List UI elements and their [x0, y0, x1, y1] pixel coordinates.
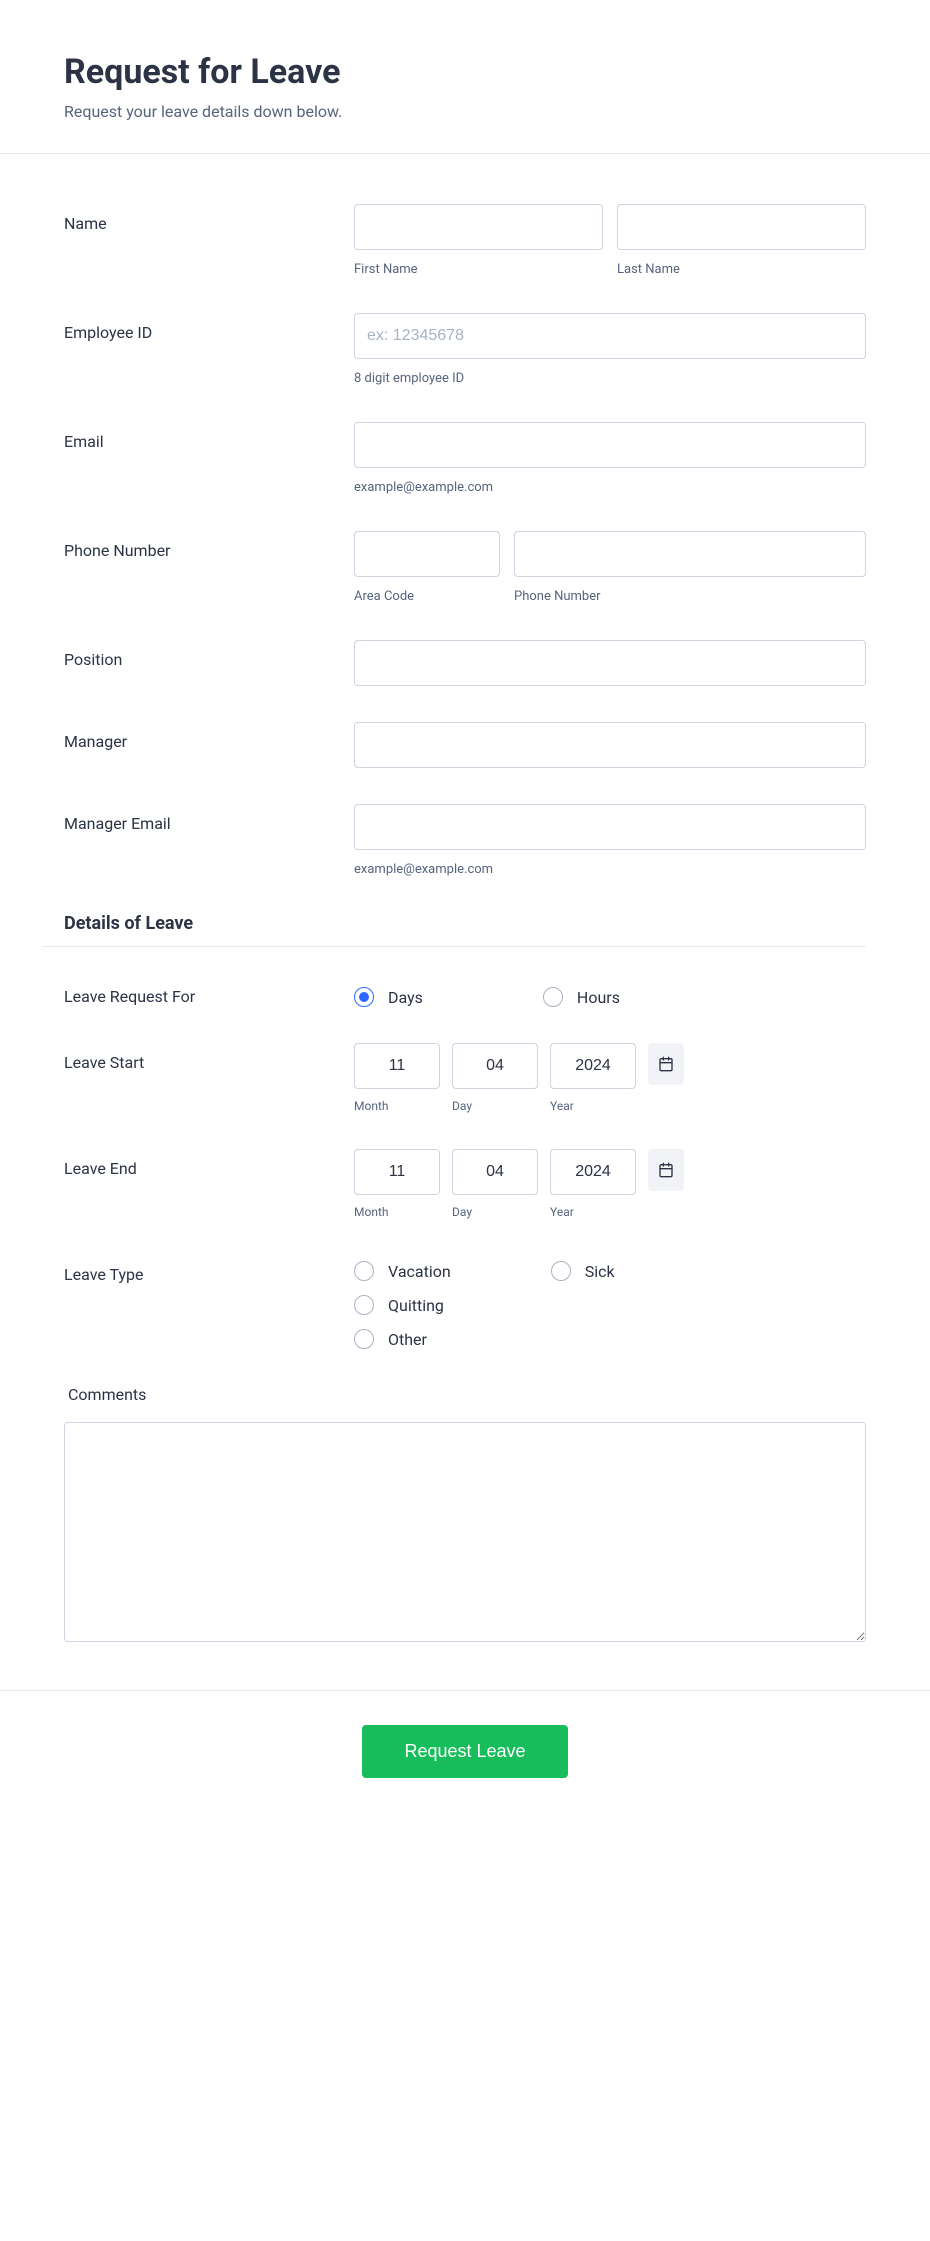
manager-email-sublabel: example@example.com [354, 862, 866, 877]
leave-start-label: Leave Start [64, 1043, 354, 1072]
leave-start-calendar-button[interactable] [648, 1043, 684, 1085]
radio-quitting-label: Quitting [388, 1296, 444, 1315]
radio-sick[interactable] [551, 1261, 571, 1281]
leave-end-year-sublabel: Year [550, 1205, 636, 1219]
radio-hours-label: Hours [577, 988, 620, 1007]
divider [0, 1690, 930, 1691]
manager-email-input[interactable] [354, 804, 866, 850]
leave-end-calendar-button[interactable] [648, 1149, 684, 1191]
phone-label: Phone Number [64, 531, 354, 560]
employee-id-sublabel: 8 digit employee ID [354, 371, 866, 386]
email-input[interactable] [354, 422, 866, 468]
page-title: Request for Leave [64, 52, 866, 92]
position-label: Position [64, 640, 354, 669]
employee-id-label: Employee ID [64, 313, 354, 342]
area-code-sublabel: Area Code [354, 589, 500, 604]
leave-end-label: Leave End [64, 1149, 354, 1178]
radio-hours[interactable] [543, 987, 563, 1007]
last-name-sublabel: Last Name [617, 262, 866, 277]
manager-email-label: Manager Email [64, 804, 354, 833]
leave-type-label: Leave Type [64, 1255, 354, 1284]
radio-quitting[interactable] [354, 1295, 374, 1315]
last-name-input[interactable] [617, 204, 866, 250]
radio-sick-label: Sick [585, 1262, 615, 1281]
calendar-icon [658, 1162, 674, 1178]
area-code-input[interactable] [354, 531, 500, 577]
calendar-icon [658, 1056, 674, 1072]
divider [42, 946, 866, 947]
leave-start-day-sublabel: Day [452, 1099, 538, 1113]
radio-days[interactable] [354, 987, 374, 1007]
divider [0, 153, 930, 154]
leave-end-month-input[interactable] [354, 1149, 440, 1195]
position-input[interactable] [354, 640, 866, 686]
radio-other-label: Other [388, 1330, 427, 1349]
radio-vacation-label: Vacation [388, 1262, 451, 1281]
leave-start-day-input[interactable] [452, 1043, 538, 1089]
leave-end-day-input[interactable] [452, 1149, 538, 1195]
first-name-input[interactable] [354, 204, 603, 250]
manager-input[interactable] [354, 722, 866, 768]
page-subtitle: Request your leave details down below. [64, 102, 866, 121]
comments-label: Comments [64, 1385, 866, 1404]
leave-start-year-input[interactable] [550, 1043, 636, 1089]
phone-number-input[interactable] [514, 531, 866, 577]
manager-label: Manager [64, 722, 354, 751]
leave-end-year-input[interactable] [550, 1149, 636, 1195]
radio-vacation[interactable] [354, 1261, 374, 1281]
leave-start-year-sublabel: Year [550, 1099, 636, 1113]
leave-end-month-sublabel: Month [354, 1205, 440, 1219]
leave-start-month-input[interactable] [354, 1043, 440, 1089]
details-section-title: Details of Leave [64, 913, 866, 934]
leave-request-for-label: Leave Request For [64, 977, 354, 1006]
email-sublabel: example@example.com [354, 480, 866, 495]
employee-id-input[interactable] [354, 313, 866, 359]
radio-days-label: Days [388, 988, 423, 1007]
name-label: Name [64, 204, 354, 233]
first-name-sublabel: First Name [354, 262, 603, 277]
leave-start-month-sublabel: Month [354, 1099, 440, 1113]
comments-textarea[interactable] [64, 1422, 866, 1642]
email-label: Email [64, 422, 354, 451]
leave-end-day-sublabel: Day [452, 1205, 538, 1219]
request-leave-button[interactable]: Request Leave [362, 1725, 567, 1778]
phone-number-sublabel: Phone Number [514, 589, 866, 604]
radio-other[interactable] [354, 1329, 374, 1349]
